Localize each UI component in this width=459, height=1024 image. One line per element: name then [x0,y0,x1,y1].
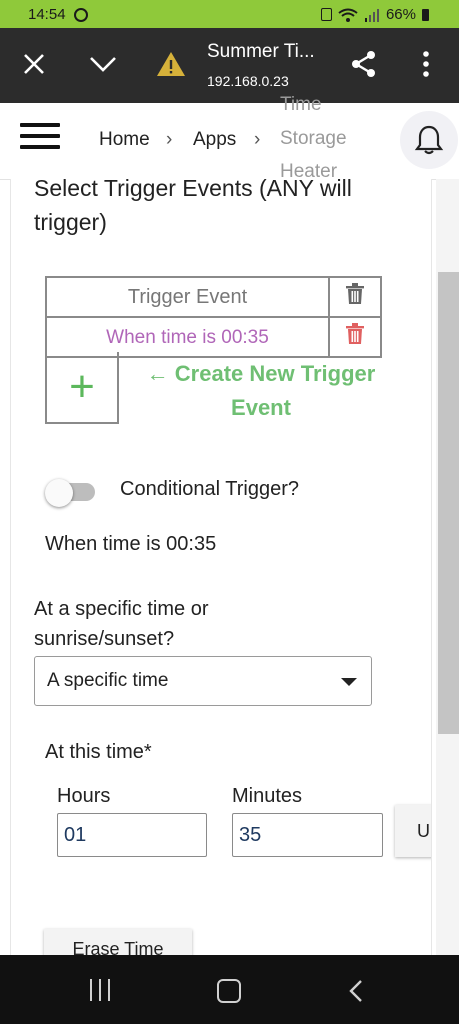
sim-icon [320,8,332,21]
time-type-value: A specific time [47,670,169,691]
notifications-button[interactable] [400,111,458,169]
trigger-summary: When time is 00:35 [45,533,217,555]
status-bar: 14:54 66% [0,0,459,28]
recents-icon[interactable] [90,979,112,1001]
table-row[interactable]: When time is 00:35 [45,316,382,358]
page-url[interactable]: 192.168.0.23 [207,73,289,89]
menu-icon[interactable] [20,123,60,153]
battery-level: 66% [385,6,416,23]
erase-time-button[interactable]: Erase Time [44,929,192,955]
page-title: Summer Ti... [207,41,315,62]
trigger-event-cell[interactable]: When time is 00:35 [45,316,330,358]
trash-icon [346,323,364,344]
app-header: Home › Apps › Time Storage Heater [0,94,459,182]
bell-icon [414,125,444,155]
chevron-right-icon: › [166,129,173,150]
add-trigger-button[interactable]: + [45,352,119,424]
status-icons: 66% [320,6,429,23]
wifi-icon [338,8,358,22]
home-icon[interactable] [217,979,241,1003]
sync-icon [74,8,88,22]
delete-trigger-button[interactable] [328,316,382,358]
minutes-input[interactable]: 35 [232,813,383,857]
conditional-trigger-label: Conditional Trigger? [120,478,299,500]
create-trigger-link[interactable]: ← Create New Trigger Event [136,357,386,425]
chevron-down-icon[interactable] [85,46,121,82]
breadcrumb-apps[interactable]: Apps [193,129,236,151]
hours-input[interactable]: 01 [57,813,207,857]
time-type-select[interactable]: A specific time [34,656,372,706]
breadcrumb-home[interactable]: Home [99,129,150,151]
scrollbar-thumb[interactable] [438,272,459,734]
signal-icon [364,8,379,22]
status-time: 14:54 [28,6,66,23]
close-icon[interactable] [16,46,52,82]
caret-down-icon [341,678,357,686]
conditional-trigger-toggle[interactable] [45,479,97,507]
chevron-right-icon: › [254,129,261,150]
section-heading: Select Trigger Events (ANY will trigger) [34,179,352,235]
trash-icon [346,283,364,304]
at-this-time-label: At this time* [45,741,152,763]
breadcrumb-page-line1: Time [280,94,322,115]
delete-all-button[interactable] [328,276,382,318]
trigger-table: Trigger Event When time is 00:35 [45,276,382,358]
battery-icon [422,8,429,21]
browser-toolbar: Summer Ti... 192.168.0.23 [0,28,459,103]
back-icon[interactable] [349,979,363,1003]
breadcrumb-page-line2: Storage [280,128,347,149]
warning-icon[interactable] [153,46,189,82]
trigger-event-text[interactable]: When time is 00:35 [106,327,269,348]
main-content: Select Trigger Events (ANY will trigger)… [10,179,432,955]
trigger-event-header: Trigger Event [127,285,248,308]
more-vert-icon[interactable] [408,46,444,82]
update-button[interactable]: U [395,805,431,857]
toggle-knob [45,479,73,507]
hours-label: Hours [57,785,111,807]
table-header: Trigger Event [45,276,330,318]
table-header-row: Trigger Event [45,276,382,318]
plus-icon: + [69,362,95,411]
share-icon[interactable] [346,46,382,82]
minutes-label: Minutes [232,785,303,807]
time-type-question: At a specific time or sunrise/sunset? [34,598,209,650]
system-nav-bar [0,955,459,1024]
